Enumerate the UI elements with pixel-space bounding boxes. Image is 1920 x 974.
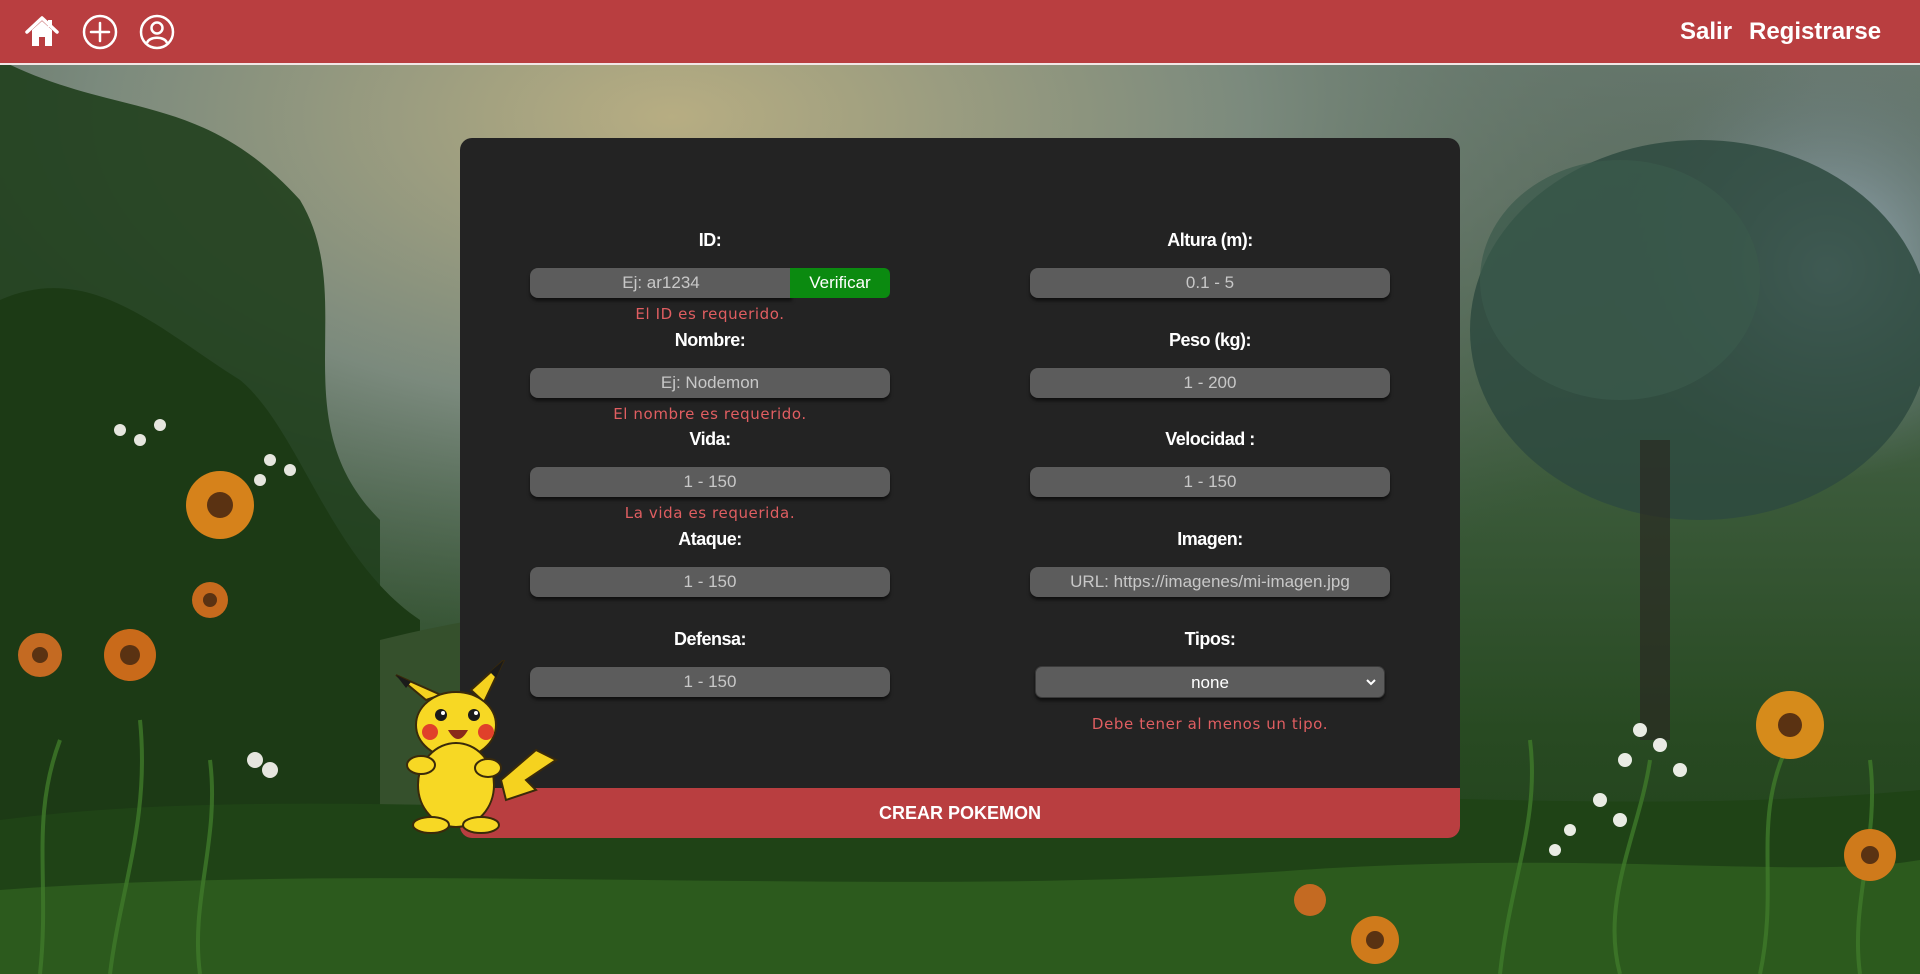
attack-input[interactable] bbox=[530, 567, 890, 597]
user-profile-icon[interactable] bbox=[139, 14, 175, 50]
register-link[interactable]: Registrarse bbox=[1749, 18, 1881, 46]
hp-input[interactable] bbox=[530, 467, 890, 497]
id-input[interactable] bbox=[530, 268, 792, 298]
name-error-message: El nombre es requerido. bbox=[613, 405, 807, 423]
id-label: ID: bbox=[698, 230, 722, 250]
height-input[interactable] bbox=[1030, 268, 1390, 298]
types-select[interactable]: none bbox=[1035, 666, 1385, 698]
image-label: Imagen: bbox=[1177, 529, 1243, 549]
hp-error-message: La vida es requerida. bbox=[624, 504, 796, 522]
speed-input[interactable] bbox=[1030, 467, 1390, 497]
id-error-message: El ID es requerido. bbox=[635, 305, 785, 323]
create-pokemon-form: ID: Verificar El ID es requerido. Nombre… bbox=[460, 138, 1460, 838]
home-icon[interactable] bbox=[24, 14, 60, 50]
height-label: Altura (m): bbox=[1167, 230, 1253, 250]
verify-button[interactable]: Verificar bbox=[790, 268, 890, 298]
add-circle-icon[interactable] bbox=[82, 14, 118, 50]
logout-link[interactable]: Salir bbox=[1680, 18, 1732, 46]
types-label: Tipos: bbox=[1184, 629, 1236, 649]
name-label: Nombre: bbox=[674, 330, 746, 350]
create-pokemon-button[interactable]: CREAR POKEMON bbox=[460, 788, 1460, 838]
speed-label: Velocidad : bbox=[1165, 429, 1255, 449]
top-navbar: Salir Registrarse bbox=[0, 0, 1920, 65]
name-input[interactable] bbox=[530, 368, 890, 398]
weight-input[interactable] bbox=[1030, 368, 1390, 398]
defense-input[interactable] bbox=[530, 667, 890, 697]
defense-label: Defensa: bbox=[673, 629, 747, 649]
weight-label: Peso (kg): bbox=[1168, 330, 1252, 350]
pikachu-illustration bbox=[395, 660, 558, 834]
image-url-input[interactable] bbox=[1030, 567, 1390, 597]
hp-label: Vida: bbox=[689, 429, 731, 449]
attack-label: Ataque: bbox=[678, 529, 742, 549]
types-error-message: Debe tener al menos un tipo. bbox=[1091, 715, 1329, 733]
